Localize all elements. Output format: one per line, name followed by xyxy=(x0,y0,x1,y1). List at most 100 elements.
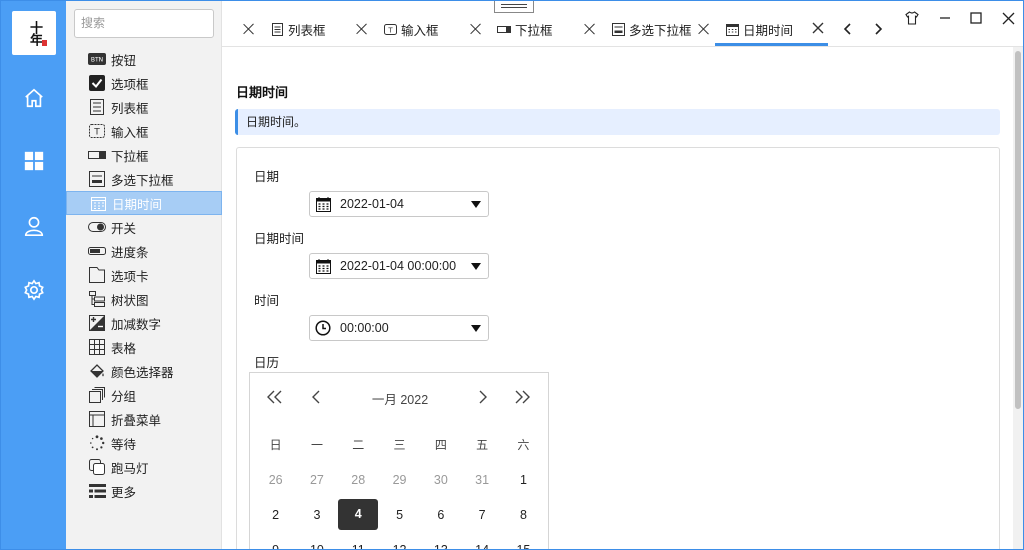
calendar-week: 2 3 4 5 6 7 8 xyxy=(255,497,545,532)
menu-item-spinner[interactable]: 等待 xyxy=(66,431,222,455)
component-menu: 搜索 BTN 按钮 选项框 列表框 T 输入框 下拉框 多选下拉框 日期时间 开关 … xyxy=(66,1,222,549)
calendar-day[interactable]: 26 xyxy=(255,473,296,487)
close-icon[interactable] xyxy=(583,22,597,36)
settings-button[interactable] xyxy=(17,273,51,307)
calendar-day[interactable]: 30 xyxy=(420,473,461,487)
calendar-month-title[interactable]: 一月 2022 xyxy=(250,389,550,408)
calendar-day-selected[interactable]: 4 xyxy=(338,499,379,530)
tab-bar: 列表框 T 输入框 下拉框 多选下拉框 日期时间 xyxy=(222,1,1023,47)
tab-icon xyxy=(88,266,106,284)
menu-item-color-picker[interactable]: 颜色选择器 xyxy=(66,359,222,383)
tab-scroll-left-button[interactable] xyxy=(841,21,855,37)
apps-button[interactable] xyxy=(17,144,51,178)
tab-datetime[interactable]: 日期时间 xyxy=(697,15,793,43)
menu-item-label: 开关 xyxy=(111,220,137,236)
menu-item-more[interactable]: 更多 xyxy=(66,479,222,503)
calendar-day[interactable]: 27 xyxy=(296,473,337,487)
carousel-icon xyxy=(88,458,106,476)
chevron-left-icon xyxy=(843,23,851,35)
menu-item-listbox[interactable]: 列表框 xyxy=(66,95,222,119)
tab-label: 下拉框 xyxy=(515,22,553,38)
home-icon xyxy=(25,88,43,108)
svg-text:T: T xyxy=(387,26,393,34)
menu-item-textbox[interactable]: T 输入框 xyxy=(66,119,222,143)
date-picker[interactable]: 2022-01-04 xyxy=(309,191,489,217)
menu-list: BTN 按钮 选项框 列表框 T 输入框 下拉框 多选下拉框 日期时间 开关 进度条… xyxy=(66,47,222,503)
menu-item-progress[interactable]: 进度条 xyxy=(66,239,222,263)
datetime-label: 日期时间 xyxy=(254,231,305,246)
menu-item-accordion[interactable]: 折叠菜单 xyxy=(66,407,222,431)
calendar-day[interactable]: 14 xyxy=(461,543,502,550)
calendar-day[interactable]: 10 xyxy=(296,543,337,550)
calendar-day[interactable]: 13 xyxy=(420,543,461,550)
app-logo: 十年 xyxy=(12,11,56,55)
calendar-week: 9 10 11 12 13 14 15 xyxy=(255,532,545,550)
calendar-day[interactable]: 8 xyxy=(503,508,544,522)
datetime-picker[interactable]: 2022-01-04 00:00:00 xyxy=(309,253,489,279)
skin-button[interactable] xyxy=(901,9,923,27)
scrollbar-thumb[interactable] xyxy=(1015,51,1021,409)
close-icon[interactable] xyxy=(697,22,711,36)
maximize-button[interactable] xyxy=(965,9,987,27)
menu-item-combobox[interactable]: 下拉框 xyxy=(66,143,222,167)
close-icon[interactable] xyxy=(469,22,483,36)
calendar-day[interactable]: 6 xyxy=(420,508,461,522)
svg-text:BTN: BTN xyxy=(91,57,103,64)
calendar-day[interactable]: 3 xyxy=(296,508,337,522)
menu-item-numeric[interactable]: 加减数字 xyxy=(66,311,222,335)
calendar-day[interactable]: 31 xyxy=(461,473,502,487)
home-button[interactable] xyxy=(17,81,51,115)
close-window-button[interactable] xyxy=(997,9,1019,27)
menu-item-toggle[interactable]: 开关 xyxy=(66,215,222,239)
calendar-day[interactable]: 11 xyxy=(338,543,379,550)
menu-item-label: 跑马灯 xyxy=(111,460,149,476)
checkbox-icon xyxy=(88,74,106,92)
search-input[interactable]: 搜索 xyxy=(74,9,214,38)
tab-multi-combobox[interactable]: 多选下拉框 xyxy=(583,15,692,43)
next-month-button[interactable] xyxy=(473,387,493,407)
listbox-icon xyxy=(88,98,106,116)
weekday-label: 三 xyxy=(393,438,406,452)
calendar-day[interactable]: 2 xyxy=(255,508,296,522)
date-label: 日期 xyxy=(254,169,280,184)
calendar-day[interactable]: 15 xyxy=(503,543,544,550)
calendar-day[interactable]: 28 xyxy=(338,473,379,487)
close-icon[interactable] xyxy=(355,22,369,36)
menu-item-label: 加减数字 xyxy=(111,316,162,332)
button-icon: BTN xyxy=(88,50,106,68)
close-icon[interactable] xyxy=(811,21,825,35)
minimize-icon xyxy=(940,17,950,19)
menu-item-label: 更多 xyxy=(111,484,137,500)
menu-item-label: 输入框 xyxy=(111,124,149,140)
tab-scroll-right-button[interactable] xyxy=(871,21,885,37)
calendar-day[interactable]: 7 xyxy=(461,508,502,522)
time-picker[interactable]: 00:00:00 xyxy=(309,315,489,341)
menu-item-multi-combobox[interactable]: 多选下拉框 xyxy=(66,167,222,191)
tab-label: 多选下拉框 xyxy=(629,22,692,38)
user-button[interactable] xyxy=(17,209,51,243)
menu-item-datetime[interactable]: 日期时间 xyxy=(66,191,222,215)
menu-item-tree[interactable]: 树状图 xyxy=(66,287,222,311)
next-year-button[interactable] xyxy=(512,387,532,407)
menu-item-checkbox[interactable]: 选项框 xyxy=(66,71,222,95)
tab-textbox[interactable]: T 输入框 xyxy=(355,15,439,43)
menu-item-carousel[interactable]: 跑马灯 xyxy=(66,455,222,479)
paint-bucket-icon xyxy=(88,362,106,380)
close-icon[interactable] xyxy=(242,22,256,36)
calendar-day[interactable]: 12 xyxy=(379,543,420,550)
menu-item-button[interactable]: BTN 按钮 xyxy=(66,47,222,71)
calendar-day[interactable]: 5 xyxy=(379,508,420,522)
vertical-scrollbar[interactable] xyxy=(1013,47,1023,549)
menu-item-tab[interactable]: 选项卡 xyxy=(66,263,222,287)
spinner-icon xyxy=(88,434,106,452)
calendar-day[interactable]: 1 xyxy=(503,473,544,487)
drag-handle[interactable] xyxy=(494,1,534,13)
calendar-day[interactable]: 29 xyxy=(379,473,420,487)
calendar-day[interactable]: 9 xyxy=(255,543,296,550)
minimize-button[interactable] xyxy=(934,9,956,27)
menu-item-group[interactable]: 分组 xyxy=(66,383,222,407)
menu-item-table[interactable]: 表格 xyxy=(66,335,222,359)
tab-listbox[interactable]: 列表框 xyxy=(242,15,326,43)
menu-item-label: 选项卡 xyxy=(111,268,149,284)
tab-combobox[interactable]: 下拉框 xyxy=(469,15,553,43)
